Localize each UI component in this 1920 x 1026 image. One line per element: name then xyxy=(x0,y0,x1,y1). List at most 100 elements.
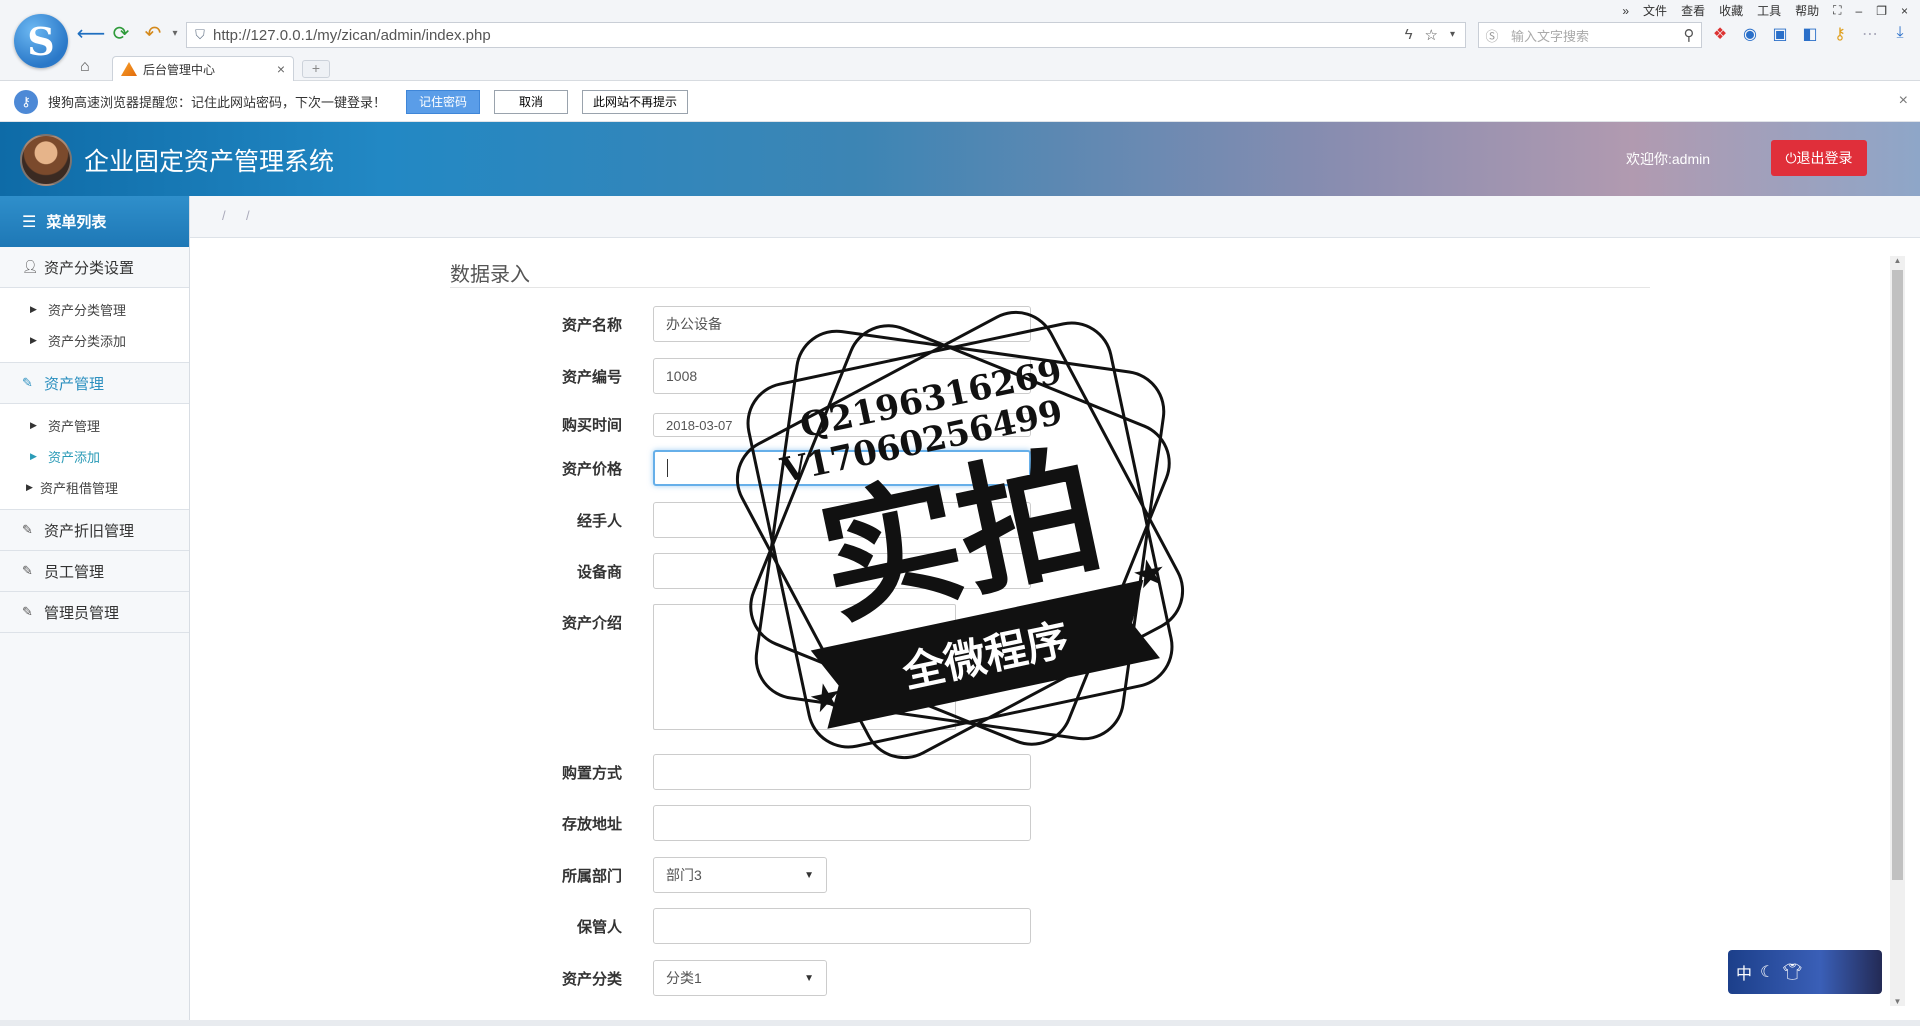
skin-icon[interactable]: ⛶ xyxy=(1833,3,1841,18)
lightning-icon[interactable]: ϟ xyxy=(1405,26,1413,44)
department-select-value: 部门3 xyxy=(666,867,702,883)
sidebar-item-depreciation[interactable]: ✎ 资产折旧管理 xyxy=(0,510,189,550)
sidebar-group-asset: ✎ 资产管理 ▶ 资产管理 ▶ 资产添加 ▶ 资产租借管理 xyxy=(0,363,189,510)
field-label: 资产分类 xyxy=(561,971,622,988)
tab-close-icon[interactable]: × xyxy=(277,61,285,77)
minimize-icon[interactable]: – xyxy=(1856,4,1863,18)
chevron-down-icon[interactable]: ▾ xyxy=(1450,26,1455,44)
field-label: 资产价格 xyxy=(561,461,622,478)
menu-file[interactable]: 文件 xyxy=(1643,2,1667,19)
download-icon[interactable]: ⤓ xyxy=(1890,24,1910,44)
back-arrow-icon[interactable]: ⟵ xyxy=(77,22,106,45)
department-select[interactable]: 部门3 ▼ xyxy=(653,857,827,893)
sidebar-subitem-category-add[interactable]: ▶ 资产分类添加 xyxy=(0,325,189,356)
ime-shirt-icon: 👕︎ xyxy=(1782,964,1803,981)
close-window-icon[interactable]: × xyxy=(1901,4,1908,18)
more-arrows-icon[interactable]: » xyxy=(1622,4,1629,18)
scroll-down-icon[interactable]: ▼ xyxy=(1890,997,1905,1006)
undo-icon[interactable]: ↶ xyxy=(142,22,164,45)
ime-moon-icon: ☾ xyxy=(1760,964,1775,981)
restore-icon[interactable]: ❐ xyxy=(1876,4,1887,18)
remember-password-button[interactable]: 记住密码 xyxy=(406,89,481,114)
sidebar-subitem-label: 资产管理 xyxy=(48,419,101,434)
address-bar[interactable]: ⛉ http://127.0.0.1/my/zican/admin/index.… xyxy=(186,22,1466,48)
refresh-icon[interactable]: ⟳ xyxy=(110,22,132,45)
field-label: 资产介绍 xyxy=(561,615,622,632)
purchase-date-input[interactable]: 2018-03-07 xyxy=(653,413,1031,437)
home-icon[interactable]: ⌂ xyxy=(80,58,90,76)
field-label: 保管人 xyxy=(576,919,622,936)
never-remind-button[interactable]: 此网站不再提示 xyxy=(582,89,689,114)
purchase-method-input[interactable] xyxy=(653,754,1031,790)
field-label: 设备商 xyxy=(576,564,622,581)
text-cursor xyxy=(667,459,668,477)
asset-price-input[interactable] xyxy=(653,450,1031,486)
breadcrumb-separator: / xyxy=(246,208,250,223)
menu-favorites[interactable]: 收藏 xyxy=(1719,2,1743,19)
sidebar-subitem-asset-add[interactable]: ▶ 资产添加 xyxy=(0,441,189,472)
screenshot-icon[interactable]: ◉ xyxy=(1740,24,1760,44)
menu-help[interactable]: 帮助 xyxy=(1795,2,1819,19)
field-label: 经手人 xyxy=(576,513,622,530)
translate-icon[interactable]: ▣ xyxy=(1770,24,1790,44)
sidebar-item-label: 管理员管理 xyxy=(44,604,120,622)
sidebar-subitem-category-manage[interactable]: ▶ 资产分类管理 xyxy=(0,294,189,325)
caret-right-icon: ▶ xyxy=(30,451,37,461)
menu-strip: » 文件 查看 收藏 工具 帮助 ⛶ – ❐ × xyxy=(1622,2,1908,19)
ime-widget[interactable]: 中 ☾ 👕︎ xyxy=(1728,950,1882,994)
sidebar-icon[interactable]: ◧ xyxy=(1800,24,1820,44)
tab-label: 后台管理中心 xyxy=(143,62,216,77)
app-title: 企业固定资产管理系统 xyxy=(84,148,335,176)
sidebar-item-admin[interactable]: ✎ 管理员管理 xyxy=(0,592,189,632)
infobar-close-icon[interactable]: × xyxy=(1899,92,1908,110)
cancel-button[interactable]: 取消 xyxy=(494,89,569,114)
search-box[interactable]: Ⓢ 输入文字搜索 ⚲ xyxy=(1478,22,1702,48)
sidebar-header: ☰ 菜单列表 xyxy=(0,196,189,247)
undo-dropdown-icon[interactable]: ▾ xyxy=(164,22,186,44)
scrollbar-thumb[interactable] xyxy=(1892,270,1903,880)
keeper-input[interactable] xyxy=(653,908,1031,944)
field-label: 存放地址 xyxy=(561,816,622,833)
weibo-icon[interactable]: ❖ xyxy=(1710,24,1730,44)
browser-logo-icon: S xyxy=(14,14,68,68)
menu-tools[interactable]: 工具 xyxy=(1757,2,1781,19)
asset-code-input[interactable]: 1008 xyxy=(653,358,1031,394)
scroll-up-icon[interactable]: ▲ xyxy=(1890,256,1905,265)
page-scrollbar[interactable]: ▲ ▼ xyxy=(1890,256,1905,1006)
browser-tab[interactable]: 后台管理中心 × xyxy=(112,56,294,81)
sidebar-subitem-asset-lease[interactable]: ▶ 资产租借管理 xyxy=(0,472,189,503)
sidebar-item-asset-manage[interactable]: ✎ 资产管理 xyxy=(0,363,189,403)
handler-input[interactable] xyxy=(653,502,1031,538)
asset-intro-textarea[interactable] xyxy=(653,604,956,730)
caret-right-icon: ▶ xyxy=(30,420,37,430)
logout-button[interactable]: ⏻退出登录 xyxy=(1771,140,1867,176)
sidebar-group-admin: ✎ 管理员管理 xyxy=(0,592,189,633)
select-arrow-icon: ▼ xyxy=(804,972,814,984)
welcome-text: 欢迎你:admin xyxy=(1626,151,1711,167)
sidebar-item-employee[interactable]: ✎ 员工管理 xyxy=(0,551,189,591)
caret-right-icon: ▶ xyxy=(30,335,37,345)
breadcrumb-separator: / xyxy=(222,208,226,223)
search-input[interactable]: 输入文字搜索 xyxy=(1505,26,1677,45)
category-select-value: 分类1 xyxy=(666,970,702,986)
supplier-input[interactable] xyxy=(653,553,1031,589)
sidebar-item-label: 资产管理 xyxy=(44,375,105,393)
new-tab-button[interactable]: + xyxy=(302,60,330,78)
pma-favicon-icon xyxy=(121,62,137,76)
storage-location-input[interactable] xyxy=(653,805,1031,841)
sidebar-subitem-label: 资产添加 xyxy=(48,450,101,465)
sidebar-subitem-asset-manage[interactable]: ▶ 资产管理 xyxy=(0,410,189,441)
search-icon[interactable]: ⚲ xyxy=(1677,26,1701,44)
edit-icon: ✎ xyxy=(22,375,33,390)
category-select[interactable]: 分类1 ▼ xyxy=(653,960,827,996)
key-icon[interactable]: ⚷ xyxy=(1830,24,1850,44)
sidebar-group-category: 👤︎ 资产分类设置 ▶ 资产分类管理 ▶ 资产分类添加 xyxy=(0,247,189,363)
sidebar-item-category-settings[interactable]: 👤︎ 资产分类设置 xyxy=(0,247,189,287)
field-label: 购买时间 xyxy=(561,417,622,434)
star-icon[interactable]: ☆ xyxy=(1425,26,1438,44)
asset-name-input[interactable]: 办公设备 xyxy=(653,306,1031,342)
menu-view[interactable]: 查看 xyxy=(1681,2,1705,19)
url-text[interactable]: http://127.0.0.1/my/zican/admin/index.ph… xyxy=(213,27,1405,44)
sidebar-item-label: 资产分类设置 xyxy=(44,259,135,277)
more-icon[interactable]: ⋯ xyxy=(1860,24,1880,44)
